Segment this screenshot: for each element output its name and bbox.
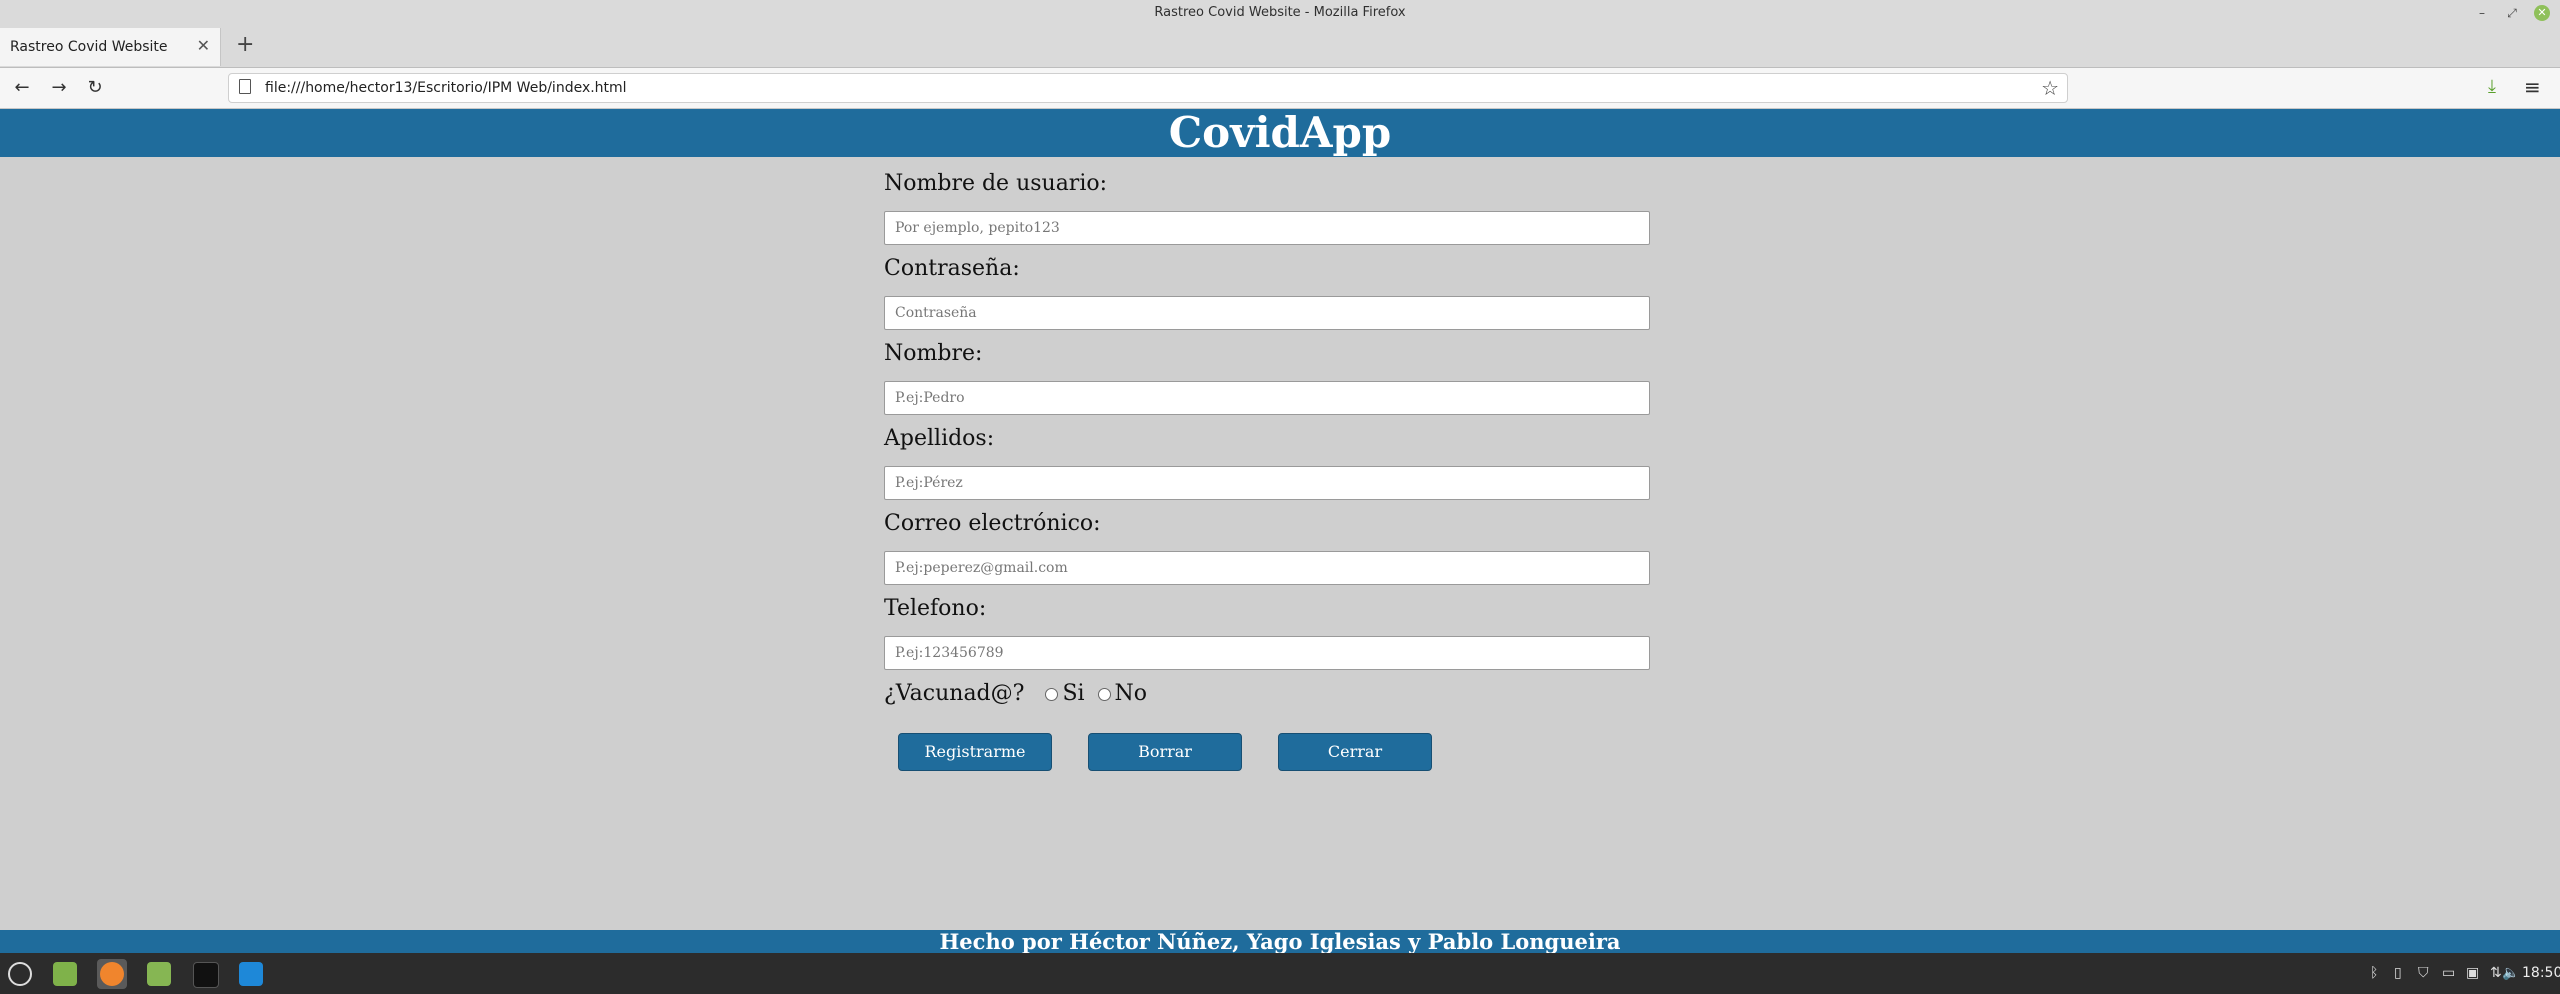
bookmark-star-icon[interactable]: ☆	[2041, 76, 2059, 100]
vaccinated-yes-radio[interactable]	[1045, 687, 1059, 701]
surname-input[interactable]	[884, 466, 1650, 500]
password-label: Contraseña:	[884, 256, 1020, 281]
back-icon[interactable]: ←	[10, 76, 34, 100]
display-icon[interactable]: ▭	[2442, 965, 2455, 981]
maximize-icon[interactable]: ⤢	[2502, 3, 2522, 23]
phone-input[interactable]	[884, 636, 1650, 670]
clear-button[interactable]: Borrar	[1088, 733, 1242, 771]
reload-icon[interactable]: ↻	[83, 76, 107, 100]
terminal-icon[interactable]	[190, 959, 220, 989]
minimize-icon[interactable]: –	[2472, 3, 2492, 23]
vaccinated-label: ¿Vacunad@?	[884, 681, 1025, 706]
show-desktop-icon[interactable]	[50, 959, 80, 989]
start-menu-icon[interactable]	[5, 959, 35, 989]
volume-icon[interactable]: 🔈	[2502, 965, 2519, 981]
clipboard-icon[interactable]: ▯	[2394, 965, 2402, 981]
username-label: Nombre de usuario:	[884, 171, 1108, 196]
forward-icon[interactable]: →	[47, 76, 71, 100]
phone-label: Telefono:	[884, 596, 987, 621]
tab-strip: Rastreo Covid Website ✕ +	[0, 26, 2560, 68]
navigation-bar: ← → ↻ file:///home/hector13/Escritorio/I…	[0, 68, 2560, 109]
window-title: Rastreo Covid Website - Mozilla Firefox	[1154, 5, 1406, 20]
bluetooth-icon[interactable]: ᛒ	[2370, 965, 2378, 981]
taskbar: ᛒ ▯ ⛉ ▭ ▣ ⇅ 🔈 18:50	[0, 953, 2560, 994]
register-button[interactable]: Registrarme	[898, 733, 1052, 771]
tab-label: Rastreo Covid Website	[10, 39, 168, 55]
vaccinated-no-label: No	[1114, 681, 1148, 706]
clock[interactable]: 18:50	[2522, 965, 2560, 981]
password-input[interactable]	[884, 296, 1650, 330]
update-icon[interactable]: ▣	[2466, 965, 2479, 981]
name-label: Nombre:	[884, 341, 983, 366]
page-header: CovidApp	[0, 109, 2560, 157]
name-input[interactable]	[884, 381, 1650, 415]
close-button[interactable]: Cerrar	[1278, 733, 1432, 771]
surname-label: Apellidos:	[884, 426, 995, 451]
url-bar[interactable]: file:///home/hector13/Escritorio/IPM Web…	[228, 73, 2068, 103]
username-input[interactable]	[884, 211, 1650, 245]
tab-close-icon[interactable]: ✕	[197, 36, 210, 55]
network-icon[interactable]: ⇅	[2490, 965, 2502, 981]
window-close-icon[interactable]: ✕	[2534, 5, 2550, 21]
vaccinated-no-radio[interactable]	[1097, 687, 1111, 701]
page-footer: Hecho por Héctor Núñez, Yago Iglesias y …	[0, 930, 2560, 953]
page-content: CovidApp Nombre de usuario: Contraseña: …	[0, 109, 2560, 953]
new-tab-icon[interactable]: +	[236, 32, 254, 57]
hamburger-menu-icon[interactable]: ≡	[2524, 75, 2541, 99]
files-icon[interactable]	[144, 959, 174, 989]
download-icon[interactable]: ⤓	[2488, 76, 2496, 97]
browser-tab[interactable]: Rastreo Covid Website ✕	[0, 28, 221, 66]
window-titlebar: Rastreo Covid Website - Mozilla Firefox …	[0, 0, 2560, 26]
vaccinated-question-row: ¿Vacunad@? Si No	[884, 681, 1147, 706]
page-icon	[239, 79, 251, 94]
email-label: Correo electrónico:	[884, 511, 1101, 536]
email-input[interactable]	[884, 551, 1650, 585]
shield-icon[interactable]: ⛉	[2418, 965, 2429, 981]
vaccinated-yes-label: Si	[1062, 681, 1085, 706]
url-text[interactable]: file:///home/hector13/Escritorio/IPM Web…	[265, 80, 627, 96]
vscode-icon[interactable]	[236, 959, 266, 989]
firefox-icon[interactable]	[97, 959, 127, 989]
